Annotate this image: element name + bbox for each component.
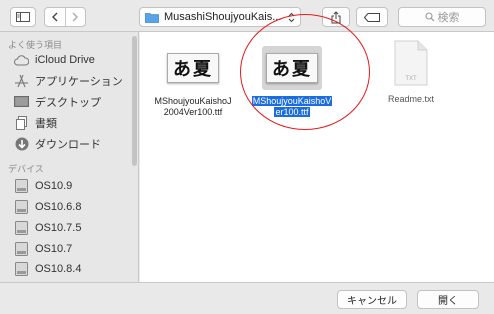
tag-icon xyxy=(364,12,380,22)
sidebar-item-os10-7[interactable]: OS10.7 xyxy=(14,241,72,257)
sidebar-item-label: OS10.6.8 xyxy=(35,201,82,213)
sidebar-item-os10-7-5[interactable]: OS10.7.5 xyxy=(14,220,81,236)
font-file-icon: あ夏 xyxy=(262,46,322,90)
path-popup[interactable]: MusashiShoujyouKais... xyxy=(139,7,301,27)
sidebar-item-label: OS10.7.5 xyxy=(35,222,82,234)
disk-icon xyxy=(14,262,29,277)
search-field[interactable]: 検索 xyxy=(398,7,486,27)
sidebar-icon xyxy=(16,12,30,22)
chevron-right-icon xyxy=(72,12,79,22)
sidebar: よく使う項目 iCloud Drive アプリケーション デスクトップ 書類 ダ… xyxy=(0,32,139,282)
sidebar-item-downloads[interactable]: ダウンロード xyxy=(14,136,101,152)
share-icon xyxy=(331,10,341,23)
file-name: MShoujyouKaishoV er100.ttf xyxy=(247,96,337,118)
font-file-icon: あ夏 xyxy=(163,46,223,90)
file-name-line2: 2004Ver100.ttf xyxy=(163,107,223,117)
disk-icon xyxy=(14,179,29,194)
sidebar-item-label: 書類 xyxy=(35,118,57,130)
disk-icon xyxy=(14,221,29,236)
back-button[interactable] xyxy=(45,8,65,26)
back-forward-group xyxy=(44,7,86,27)
sidebar-item-os10-6-8[interactable]: OS10.6.8 xyxy=(14,199,81,215)
updown-chevron-icon xyxy=(288,12,295,22)
tag-button[interactable] xyxy=(356,7,388,27)
sidebar-item-icloud-drive[interactable]: iCloud Drive xyxy=(14,52,95,68)
text-file-icon: TXT xyxy=(381,36,441,90)
sidebar-item-documents[interactable]: 書類 xyxy=(14,115,57,131)
search-icon xyxy=(424,12,434,22)
sidebar-item-label: OS10.8.4 xyxy=(35,263,82,275)
font-preview: あ夏 xyxy=(167,53,219,83)
file-name-line2: er100.ttf xyxy=(274,107,310,117)
search-placeholder: 検索 xyxy=(437,12,460,24)
downloads-icon xyxy=(14,137,29,152)
toolbar: MusashiShoujyouKais... 検索 xyxy=(0,0,494,32)
file-type-label: TXT xyxy=(405,76,417,82)
sidebar-item-desktop[interactable]: デスクトップ xyxy=(14,94,101,110)
file-item-mshoujyoukaishoj2004[interactable]: あ夏 MShoujyouKaishoJ 2004Ver100.ttf xyxy=(148,46,238,118)
favorites-header: よく使う項目 xyxy=(8,40,63,50)
open-button[interactable]: 開く xyxy=(417,290,479,309)
file-item-mshoujyoukaishover100[interactable]: あ夏 MShoujyouKaishoV er100.ttf xyxy=(247,46,337,118)
sidebar-item-label: OS10.7 xyxy=(35,243,73,255)
sidebar-item-label: iCloud Drive xyxy=(35,54,95,66)
sidebar-item-label: OS10.9 xyxy=(35,180,73,192)
file-name: MShoujyouKaishoJ 2004Ver100.ttf xyxy=(148,96,238,118)
file-name: Readme.txt xyxy=(366,94,456,105)
file-name-line1: MShoujyouKaishoJ xyxy=(154,96,232,106)
file-name-line1: Readme.txt xyxy=(387,94,435,104)
devices-header: デバイス xyxy=(8,164,44,174)
sidebar-item-applications[interactable]: アプリケーション xyxy=(14,73,123,89)
sidebar-item-label: ダウンロード xyxy=(35,139,101,151)
file-item-readme[interactable]: TXT Readme.txt xyxy=(366,36,456,105)
documents-icon xyxy=(14,116,29,131)
file-browser: あ夏 MShoujyouKaishoJ 2004Ver100.ttf あ夏 MS… xyxy=(140,32,494,282)
disk-icon xyxy=(14,242,29,257)
sidebar-item-os10-8-4[interactable]: OS10.8.4 xyxy=(14,261,81,277)
applications-icon xyxy=(14,74,29,89)
chevron-left-icon xyxy=(51,12,58,22)
forward-button[interactable] xyxy=(64,8,86,26)
desktop-icon xyxy=(14,95,29,110)
sidebar-item-label: アプリケーション xyxy=(35,76,123,88)
bottom-bar: キャンセル 開く xyxy=(0,282,494,314)
share-button[interactable] xyxy=(322,7,350,27)
sidebar-item-label: デスクトップ xyxy=(35,97,101,109)
font-preview: あ夏 xyxy=(266,53,318,83)
path-label: MusashiShoujyouKais... xyxy=(164,11,282,23)
file-name-line1: MShoujyouKaishoV xyxy=(251,96,333,106)
folder-icon xyxy=(145,12,159,23)
cloud-icon xyxy=(14,53,29,68)
cancel-button[interactable]: キャンセル xyxy=(337,290,407,309)
sidebar-scrollbar[interactable] xyxy=(132,36,137,166)
disk-icon xyxy=(14,200,29,215)
sidebar-item-os10-9[interactable]: OS10.9 xyxy=(14,178,72,194)
sidebar-toggle-button[interactable] xyxy=(10,7,36,27)
